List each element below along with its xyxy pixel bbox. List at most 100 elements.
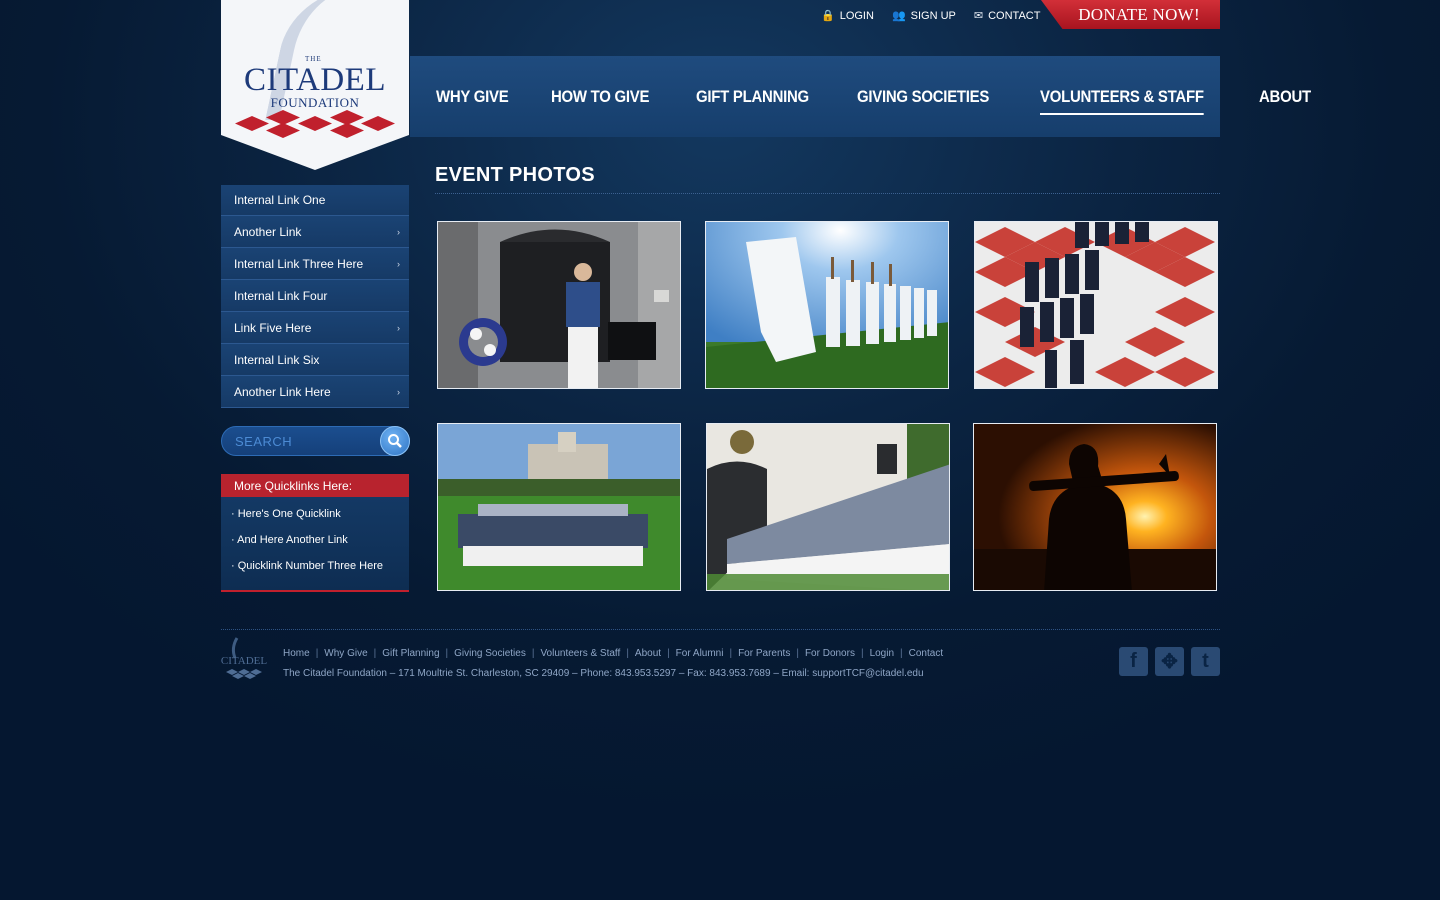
photo-memorial-bugler[interactable] <box>437 221 681 389</box>
sidebar-item[interactable]: Internal Link Six <box>221 344 409 376</box>
diamond <box>235 116 269 131</box>
social-links: f ✥ t <box>1119 647 1220 676</box>
sidebar-item[interactable]: Internal Link Three Here › <box>221 248 409 280</box>
footer-link[interactable]: Contact <box>909 648 943 659</box>
nav-item-volunteers-staff[interactable]: VOLUNTEERS & STAFF <box>1040 87 1204 115</box>
footer-link[interactable]: Volunteers & Staff <box>540 648 620 659</box>
footer-link[interactable]: About <box>635 648 661 659</box>
diamond <box>361 116 395 131</box>
diamond <box>330 123 364 138</box>
footer-link[interactable]: Home <box>283 648 310 659</box>
logo-diamonds <box>235 110 395 138</box>
footer-logo[interactable]: CITADEL <box>221 636 267 680</box>
envelope-icon: ✉ <box>973 10 984 22</box>
quicklinks-title: More Quicklinks Here: <box>221 474 409 497</box>
lock-icon: 🔒 <box>821 10 835 22</box>
photo-cadets-checkerboard[interactable] <box>974 221 1218 389</box>
footer-link-separator: | <box>667 648 670 659</box>
photo-image <box>706 222 948 388</box>
footer-link[interactable]: Why Give <box>324 648 367 659</box>
nav-item-how-to-give[interactable]: HOW TO GIVE <box>551 87 649 107</box>
search-icon <box>388 434 402 448</box>
photo-image <box>974 424 1216 590</box>
main-content: EVENT PHOTOS <box>435 164 1220 194</box>
footer-link[interactable]: Giving Societies <box>454 648 526 659</box>
chevron-right-icon: › <box>397 322 400 333</box>
footer-link[interactable]: For Donors <box>805 648 855 659</box>
footer-link-separator: | <box>531 648 535 659</box>
chevron-right-icon: › <box>397 226 400 237</box>
diamond <box>298 116 332 131</box>
chevron-right-icon: › <box>397 386 400 397</box>
photo-sunset-silhouette[interactable] <box>973 423 1217 591</box>
diamond <box>266 110 300 125</box>
sidebar-item-label: Another Link Here <box>234 384 331 399</box>
utility-nav: 🔒 LOGIN 👥 SIGN UP ✉ CONTACT <box>821 9 1041 23</box>
search-button[interactable] <box>380 426 410 456</box>
nav-item-why-give[interactable]: WHY GIVE <box>436 87 509 107</box>
footer-link-separator: | <box>729 648 733 659</box>
footer-link-separator: | <box>626 648 629 659</box>
diamond <box>266 123 300 138</box>
chevron-right-icon: › <box>397 258 400 269</box>
twitter-icon[interactable]: t <box>1191 647 1220 676</box>
photo-parade-field[interactable] <box>437 423 681 591</box>
sidebar-item-label: Link Five Here <box>234 320 312 335</box>
nav-item-gift-planning[interactable]: GIFT PLANNING <box>696 87 809 107</box>
photo-cadets-barracks-line[interactable] <box>706 423 950 591</box>
sidebar-item[interactable]: Internal Link One <box>221 185 409 216</box>
quicklink-item[interactable]: · Quicklink Number Three Here <box>231 559 409 585</box>
photo-image <box>438 424 680 590</box>
quicklinks-list: · Here's One Quicklink · And Here Another… <box>221 497 409 585</box>
footer-divider <box>221 629 1220 630</box>
footer-link[interactable]: Login <box>870 648 894 659</box>
util-link-label: CONTACT <box>988 9 1041 22</box>
sidebar-item[interactable]: Internal Link Four <box>221 280 409 312</box>
util-link-contact[interactable]: ✉ CONTACT <box>973 9 1041 23</box>
footer-link[interactable]: For Parents <box>738 648 790 659</box>
photo-image <box>707 424 949 590</box>
footer-links: Home | Why Give | Gift Planning | Giving Socie… <box>283 648 943 659</box>
sidebar-item-label: Internal Link One <box>234 193 326 207</box>
util-link-login[interactable]: 🔒 LOGIN <box>821 9 874 23</box>
photo-image <box>438 222 680 388</box>
logo-name: CITADEL <box>244 62 386 98</box>
footer-link[interactable]: For Alumni <box>676 648 724 659</box>
diamond <box>330 110 364 125</box>
sidebar-item-label: Internal Link Three Here <box>234 256 364 271</box>
footer-link-separator: | <box>315 648 319 659</box>
quicklinks-box: More Quicklinks Here: · Here's One Quick… <box>221 474 409 592</box>
myspace-icon[interactable]: ✥ <box>1155 647 1184 676</box>
footer-link-separator: | <box>373 648 377 659</box>
sidebar-item[interactable]: Another Link Here › <box>221 376 409 408</box>
util-link-label: SIGN UP <box>910 9 956 22</box>
search-placeholder: SEARCH <box>235 433 293 449</box>
sidebar-item-label: Internal Link Four <box>234 288 328 303</box>
citadel-foundation-logo[interactable]: THE CITADEL FOUNDATION <box>221 0 409 170</box>
nav-item-giving-societies[interactable]: GIVING SOCIETIES <box>857 87 989 107</box>
users-icon: 👥 <box>891 10 906 22</box>
sidebar-item[interactable]: Another Link › <box>221 216 409 248</box>
quicklink-item[interactable]: · Here's One Quicklink <box>231 507 409 533</box>
quicklink-item[interactable]: · And Here Another Link <box>231 533 409 559</box>
photo-cadets-marching-low-angle[interactable] <box>705 221 949 389</box>
facebook-icon[interactable]: f <box>1119 647 1148 676</box>
footer-link-separator: | <box>445 648 449 659</box>
sidebar-item[interactable]: Link Five Here › <box>221 312 409 344</box>
page: THE CITADEL FOUNDATION 🔒 LOGIN 👥 SIGN UP ✉ CO… <box>221 0 1312 900</box>
nav-item-about[interactable]: ABOUT <box>1259 87 1311 107</box>
footer-link[interactable]: Gift Planning <box>382 648 439 659</box>
footer-logo-text: CITADEL <box>221 655 267 667</box>
search-field[interactable]: SEARCH <box>221 426 410 456</box>
util-link-label: LOGIN <box>839 9 874 22</box>
main-nav: WHY GIVE HOW TO GIVE GIFT PLANNING GIVING S… <box>410 56 1312 137</box>
footer-link-separator: | <box>860 648 864 659</box>
util-link-sign-up[interactable]: 👥 SIGN UP <box>891 9 956 23</box>
sidebar-item-label: Another Link <box>234 224 302 239</box>
donate-button[interactable]: DONATE NOW! <box>1041 0 1220 29</box>
footer-link-separator: | <box>796 648 799 659</box>
page-title: EVENT PHOTOS <box>435 164 1220 194</box>
footer-link-separator: | <box>900 648 903 659</box>
footer-address: The Citadel Foundation – 171 Moultrie St… <box>283 668 924 679</box>
logo-sub: FOUNDATION <box>270 95 360 110</box>
